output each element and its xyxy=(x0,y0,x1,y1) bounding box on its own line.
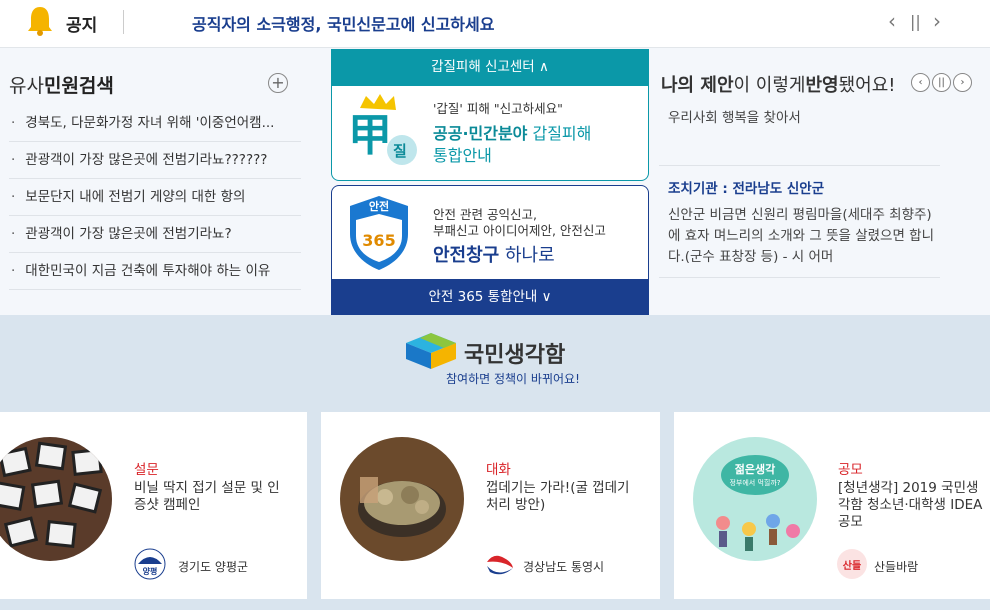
survey-org: 경기도 양평군 xyxy=(178,560,249,574)
notice-pause-button[interactable]: || xyxy=(910,12,921,31)
divider xyxy=(659,165,940,166)
proposal-prev-button[interactable]: ‹ xyxy=(911,73,930,92)
sandeulbaram-logo-icon: 산들 xyxy=(837,549,867,579)
complaint-item[interactable]: · 대한민국이 지금 건축에 투자해야 하는 이유 xyxy=(9,253,301,290)
chevron-up-icon: ∧ xyxy=(539,59,549,75)
survey-card[interactable]: 설문 비닐 딱지 접기 설문 및 인증샷 캠페인 양평 경기도 양평군 xyxy=(0,412,307,599)
divider xyxy=(659,277,940,278)
safety365-tab[interactable]: 안전 365 통합안내 ∨ xyxy=(331,279,649,315)
proposal-subtitle[interactable]: 우리사회 행복을 찾아서 xyxy=(668,106,801,126)
shield-icon: 안전 365 xyxy=(350,196,408,270)
svg-text:젊은생각: 젊은생각 xyxy=(735,462,775,476)
safety-line2: 부패신고 아이디어제안, 안전신고 xyxy=(433,223,606,238)
notice-headline[interactable]: 공직자의 소극행정, 국민신문고에 신고하세요 xyxy=(192,11,494,35)
proposal-title: 나의 제안이 이렇게반영됐어요! xyxy=(661,75,896,96)
gapjil-icon: 甲 질 xyxy=(348,94,417,165)
contest-card[interactable]: 젊은생각 정부에서 먹힐까? 공모 [청년생각] 2019 국민생각함 청소년·… xyxy=(674,412,990,599)
gapjil-char: 甲 xyxy=(348,110,392,161)
complaint-item[interactable]: · 관광객이 가장 많은곳에 전범기라뇨?????? xyxy=(9,142,301,179)
proposal-panel: 나의 제안이 이렇게반영됐어요! ‹ || › 우리사회 행복을 찾아서 조치기… xyxy=(649,49,990,315)
complaint-item[interactable]: · 경북도, 다문화가정 자녀 위해 '이중언어캠... xyxy=(9,105,301,142)
survey-desc: 비닐 딱지 접기 설문 및 인증샷 캠페인 xyxy=(134,480,280,513)
gapjil-line2: 공공·민간분야 갑질피해 xyxy=(433,124,592,143)
tongyeong-logo-icon xyxy=(485,549,515,579)
gapjil-card[interactable]: 甲 질 '갑질' 피해 "신고하세요" 공공·민간분야 갑질피해 통합안내 xyxy=(331,86,649,181)
svg-text:양평: 양평 xyxy=(143,566,158,576)
report-center-panel: 갑질피해 신고센터 ∧ 甲 질 '갑질' 피해 "신고하세요" 공공·민간분야 … xyxy=(331,49,649,315)
dialogue-thumbnail xyxy=(340,437,464,561)
dialogue-category: 대화 xyxy=(486,462,511,478)
safety-card[interactable]: 안전 365 안전 관련 공익신고, 부패신고 아이디어제안, 안전신고 안전창… xyxy=(331,185,649,279)
contest-org: 산들바람 xyxy=(874,560,919,574)
proposal-body[interactable]: 신안군 비금면 신원리 평림마을(세대주 최향주)에 효자 며느리의 소개와 그… xyxy=(668,205,938,268)
similar-complaints-title: 유사민원검색 xyxy=(9,75,114,97)
contest-thumbnail: 젊은생각 정부에서 먹힐까? xyxy=(693,437,817,561)
yangpyeong-logo-icon: 양평 xyxy=(134,548,166,580)
gapjil-center-tab[interactable]: 갑질피해 신고센터 ∧ xyxy=(331,49,649,86)
more-button[interactable]: + xyxy=(268,73,288,93)
brand-tagline: 참여하면 정책이 바뀌어요! xyxy=(446,372,580,386)
dialogue-card[interactable]: 대화 껍데기는 가라!(굴 껍데기 처리 방안) 경상남도 통영시 xyxy=(321,412,660,599)
shield-label: 안전 xyxy=(369,199,389,213)
dialogue-org: 경상남도 통영시 xyxy=(523,560,605,574)
notice-bar: 공지 공직자의 소극행정, 국민신문고에 신고하세요 ‹ || › xyxy=(0,0,990,48)
survey-thumbnail xyxy=(0,437,112,561)
similar-complaints-panel: 유사민원검색 + · 경북도, 다문화가정 자녀 위해 '이중언어캠... · … xyxy=(0,49,331,315)
safety-line3: 안전창구 하나로 xyxy=(433,245,555,266)
complaint-item[interactable]: · 관광객이 가장 많은곳에 전범기라뇨? xyxy=(9,216,301,253)
svg-text:정부에서 먹힐까?: 정부에서 먹힐까? xyxy=(729,478,780,487)
brand-name[interactable]: 국민생각함 xyxy=(464,337,565,369)
gapjil-line1: '갑질' 피해 "신고하세요" xyxy=(433,101,563,116)
contest-category: 공모 xyxy=(838,462,863,478)
gapjil-line3: 통합안내 xyxy=(433,146,492,165)
gapjil-badge: 질 xyxy=(393,142,407,160)
survey-category: 설문 xyxy=(134,462,159,478)
svg-text:산들: 산들 xyxy=(843,559,861,572)
notice-next-button[interactable]: › xyxy=(933,9,941,33)
complaint-item[interactable]: · 보문단지 내에 전범기 게양의 대한 항의 xyxy=(9,179,301,216)
brand-logo-icon xyxy=(406,333,456,369)
dialogue-desc: 껍데기는 가라!(굴 껍데기 처리 방안) xyxy=(486,480,630,513)
bell-icon xyxy=(28,7,52,36)
chevron-down-icon: ∨ xyxy=(541,289,552,305)
complaint-list: · 경북도, 다문화가정 자녀 위해 '이중언어캠... · 관광객이 가장 많… xyxy=(9,105,301,290)
notice-prev-button[interactable]: ‹ xyxy=(888,9,896,33)
proposal-agency: 조치기관 : 전라남도 신안군 xyxy=(668,181,825,197)
notice-title: 공지 xyxy=(66,16,98,36)
proposal-next-button[interactable]: › xyxy=(953,73,972,92)
contest-desc: [청년생각] 2019 국민생각함 청소년·대학생 IDEA 공모 xyxy=(838,480,983,530)
brand: 국민생각함 참여하면 정책이 바뀌어요! xyxy=(406,333,606,393)
proposal-pause-button[interactable]: || xyxy=(932,73,951,92)
shield-number: 365 xyxy=(362,231,395,250)
citizen-thoughts-section: 국민생각함 참여하면 정책이 바뀌어요! 설문 비닐 딱지 접기 설문 및 인증… xyxy=(0,315,990,610)
divider xyxy=(123,10,124,34)
